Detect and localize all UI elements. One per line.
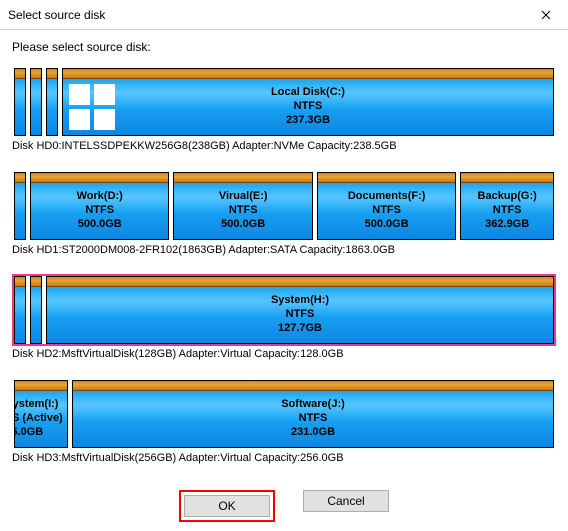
partition-header: [15, 173, 25, 183]
partition-header: [318, 173, 455, 183]
partition-row[interactable]: Local Disk(C:) NTFS 237.3GB: [12, 66, 556, 138]
partition-body: Work(D:) NTFS 500.0GB: [31, 183, 168, 239]
partition-header: [15, 69, 25, 79]
disk-info: Disk HD3:MsftVirtualDisk(256GB) Adapter:…: [12, 450, 556, 474]
partition-body: [31, 287, 41, 343]
partition[interactable]: Virual(E:) NTFS 500.0GB: [173, 172, 312, 240]
partition[interactable]: Backup(G:) NTFS 362.9GB: [460, 172, 554, 240]
partition[interactable]: [14, 276, 26, 344]
partition[interactable]: [30, 68, 42, 136]
disk-list: Local Disk(C:) NTFS 237.3GB Disk HD0:INTE…: [12, 66, 556, 474]
partition-label: Backup(G:) NTFS 362.9GB: [478, 190, 537, 231]
partition-header: [461, 173, 553, 183]
partition-row[interactable]: System(I:) FS (Active) 25.0GB Software(J:…: [12, 378, 556, 450]
partition[interactable]: [14, 172, 26, 240]
partition-body: [15, 183, 25, 239]
partition-body: [47, 79, 57, 135]
partition-label: Virual(E:) NTFS 500.0GB: [219, 190, 268, 231]
cancel-button[interactable]: Cancel: [303, 490, 389, 512]
close-button[interactable]: [523, 0, 568, 30]
partition-body: [15, 287, 25, 343]
ok-button[interactable]: OK: [184, 495, 270, 517]
partition[interactable]: [46, 68, 58, 136]
partition[interactable]: [30, 276, 42, 344]
partition[interactable]: Software(J:) NTFS 231.0GB: [72, 380, 554, 448]
partition-header: [47, 277, 553, 287]
partition-label: System(H:) NTFS 127.7GB: [271, 294, 329, 335]
disk-info: Disk HD0:INTELSSDPEKKW256G8(238GB) Adapt…: [12, 138, 556, 162]
partition-body: [31, 79, 41, 135]
window-title: Select source disk: [8, 8, 105, 22]
partition-body: [15, 79, 25, 135]
partition-header: [47, 69, 57, 79]
partition-label: Work(D:) NTFS 500.0GB: [77, 190, 123, 231]
ok-highlight: OK: [179, 490, 275, 522]
partition[interactable]: Work(D:) NTFS 500.0GB: [30, 172, 169, 240]
dialog-content: Please select source disk: Local Disk(C:…: [0, 30, 568, 526]
disk-group: Work(D:) NTFS 500.0GB Virual(E:) NTFS 500…: [12, 170, 556, 266]
partition[interactable]: [14, 68, 26, 136]
partition-header: [15, 381, 67, 391]
partition-label: Software(J:) NTFS 231.0GB: [281, 398, 345, 439]
windows-logo-icon: [69, 84, 115, 130]
partition[interactable]: System(H:) NTFS 127.7GB: [46, 276, 554, 344]
disk-group: System(H:) NTFS 127.7GB Disk HD2:MsftVirt…: [12, 274, 556, 370]
partition-header: [31, 277, 41, 287]
disk-group: System(I:) FS (Active) 25.0GB Software(J:…: [12, 378, 556, 474]
partition-body: Documents(F:) NTFS 500.0GB: [318, 183, 455, 239]
partition-header: [15, 277, 25, 287]
partition-header: [31, 173, 168, 183]
partition-body: Virual(E:) NTFS 500.0GB: [174, 183, 311, 239]
partition-body: System(H:) NTFS 127.7GB: [47, 287, 553, 343]
partition-label: System(I:) FS (Active) 25.0GB: [15, 398, 63, 439]
partition-body: System(I:) FS (Active) 25.0GB: [15, 391, 67, 447]
partition-header: [63, 69, 553, 79]
partition[interactable]: Local Disk(C:) NTFS 237.3GB: [62, 68, 554, 136]
disk-group: Local Disk(C:) NTFS 237.3GB Disk HD0:INTE…: [12, 66, 556, 162]
disk-info: Disk HD1:ST2000DM008-2FR102(1863GB) Adap…: [12, 242, 556, 266]
partition-body: Software(J:) NTFS 231.0GB: [73, 391, 553, 447]
partition[interactable]: System(I:) FS (Active) 25.0GB: [14, 380, 68, 448]
partition-row[interactable]: Work(D:) NTFS 500.0GB Virual(E:) NTFS 500…: [12, 170, 556, 242]
partition-row[interactable]: System(H:) NTFS 127.7GB: [12, 274, 556, 346]
prompt-label: Please select source disk:: [12, 40, 556, 54]
partition-label: Local Disk(C:) NTFS 237.3GB: [271, 86, 345, 127]
partition-header: [73, 381, 553, 391]
partition[interactable]: Documents(F:) NTFS 500.0GB: [317, 172, 456, 240]
disk-info: Disk HD2:MsftVirtualDisk(128GB) Adapter:…: [12, 346, 556, 370]
partition-label: Documents(F:) NTFS 500.0GB: [348, 190, 426, 231]
partition-body: Local Disk(C:) NTFS 237.3GB: [63, 79, 553, 135]
close-icon: [541, 10, 551, 20]
partition-header: [31, 69, 41, 79]
partition-body: Backup(G:) NTFS 362.9GB: [461, 183, 553, 239]
title-bar: Select source disk: [0, 0, 568, 30]
button-bar: OK Cancel: [12, 482, 556, 522]
partition-header: [174, 173, 311, 183]
